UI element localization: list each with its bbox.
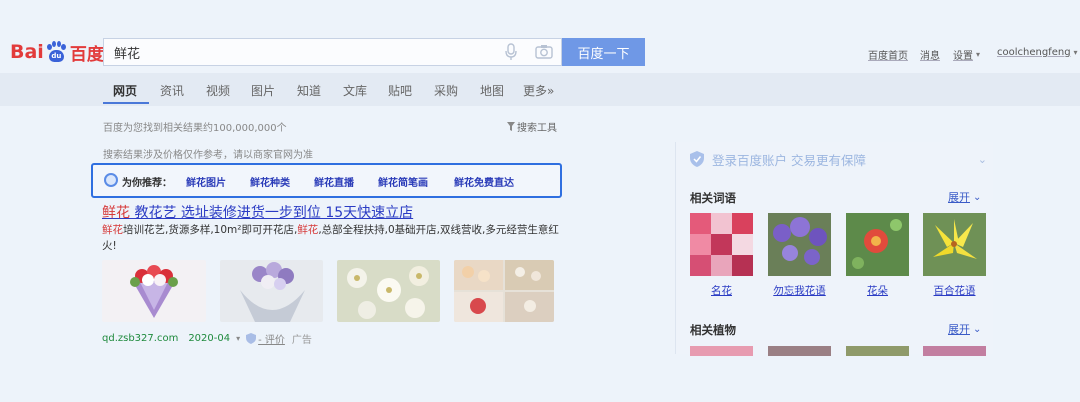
related-word-image[interactable] xyxy=(768,213,831,276)
recommend-link[interactable]: 鲜花图片 xyxy=(186,174,226,189)
result-url[interactable]: qd.zsb327.com xyxy=(102,333,178,344)
chevron-down-icon: ⌄ xyxy=(973,323,982,335)
tab-purchase[interactable]: 采购 xyxy=(434,82,458,99)
tab-wenku[interactable]: 文库 xyxy=(343,82,367,99)
funnel-icon xyxy=(507,122,515,131)
recommend-icon xyxy=(104,173,118,187)
shield-icon xyxy=(690,151,704,167)
recommend-link[interactable]: 鲜花免费直达 xyxy=(454,174,514,189)
link-settings[interactable]: 设置 ▾ xyxy=(953,47,980,62)
related-word-image[interactable] xyxy=(923,213,986,276)
price-notice: 搜索结果涉及价格仅作参考，请以商家官网为准 xyxy=(103,150,313,161)
logo-text: Bai xyxy=(10,41,44,63)
search-value: 鲜花 xyxy=(114,46,141,62)
paw-icon: du xyxy=(45,41,67,63)
chevron-down-icon: ⌄ xyxy=(973,191,982,203)
related-word-caption[interactable]: 名花 xyxy=(690,283,753,298)
result-title-link[interactable]: 鲜花 教花艺 选址装修进货一步到位 15天快速立店 xyxy=(102,202,413,222)
baidu-logo[interactable]: Bai du 百度 xyxy=(10,37,104,67)
result-description: 鲜花培训花艺,货源多样,10m²即可开花店,鲜花,总部全程扶持,0基础开店,双线… xyxy=(102,224,559,252)
logo-cn-text: 百度 xyxy=(69,44,104,65)
related-plant-image[interactable] xyxy=(768,346,831,356)
result-count: 百度为您找到相关结果约100,000,000个 xyxy=(103,123,287,134)
tab-map[interactable]: 地图 xyxy=(480,82,504,99)
search-button[interactable]: 百度一下 xyxy=(562,38,645,66)
tab-images[interactable]: 图片 xyxy=(251,82,275,99)
related-word-image[interactable] xyxy=(846,213,909,276)
expand-related-plants[interactable]: 展开 ⌄ xyxy=(948,321,981,337)
related-word-caption[interactable]: 百合花语 xyxy=(923,283,986,298)
link-baidu-home[interactable]: 百度首页 xyxy=(868,47,908,62)
user-menu[interactable]: coolchengfeng ▾ xyxy=(997,47,1078,58)
chevron-down-icon[interactable]: ▾ xyxy=(236,334,240,343)
tab-more[interactable]: 更多» xyxy=(523,82,554,99)
search-input[interactable]: 鲜花 xyxy=(103,38,562,66)
tab-news[interactable]: 资讯 xyxy=(160,82,184,99)
logo-paw-text: du xyxy=(51,52,62,60)
expand-related-words[interactable]: 展开 ⌄ xyxy=(948,189,981,205)
related-word-caption[interactable]: 勿忘我花语 xyxy=(768,283,831,298)
result-thumbnail[interactable] xyxy=(337,260,440,322)
chevron-down-icon: ▾ xyxy=(976,50,981,59)
related-plant-image[interactable] xyxy=(846,346,909,356)
related-word-caption[interactable]: 花朵 xyxy=(846,283,909,298)
active-tab-indicator xyxy=(103,102,149,104)
related-words-title: 相关词语 xyxy=(690,191,736,205)
result-thumbnail[interactable] xyxy=(220,260,323,322)
camera-icon[interactable] xyxy=(535,43,553,61)
recommend-link[interactable]: 鲜花种类 xyxy=(250,174,290,189)
shield-icon xyxy=(246,333,257,344)
result-thumbnail[interactable] xyxy=(102,260,206,322)
result-thumbnail[interactable] xyxy=(454,260,554,322)
related-word-image[interactable] xyxy=(690,213,753,276)
ad-label: 广告 xyxy=(291,335,312,346)
related-plant-image[interactable] xyxy=(690,346,753,356)
related-plants-title: 相关植物 xyxy=(690,323,736,337)
tab-tieba[interactable]: 贴吧 xyxy=(388,82,412,99)
tab-web[interactable]: 网页 xyxy=(113,82,137,99)
recommend-label: 为你推荐： xyxy=(122,178,172,189)
result-date: 2020-04 xyxy=(188,333,231,344)
search-tools-button[interactable]: 搜索工具 xyxy=(507,119,557,134)
recommend-link[interactable]: 鲜花直播 xyxy=(314,174,354,189)
recommend-link[interactable]: 鲜花简笔画 xyxy=(378,174,428,189)
chevron-down-icon: ⌄ xyxy=(977,152,987,166)
review-link[interactable]: - 评价 xyxy=(258,331,285,346)
link-messages[interactable]: 消息 xyxy=(920,47,940,62)
tab-zhidao[interactable]: 知道 xyxy=(297,82,321,99)
login-banner[interactable]: 登录百度账户 交易更有保障 ⌄ xyxy=(690,148,987,170)
microphone-icon[interactable] xyxy=(504,43,518,61)
tab-video[interactable]: 视频 xyxy=(206,82,230,99)
result-url-line: qd.zsb327.com 2020-04 ▾ - 评价 广告 xyxy=(102,331,312,346)
related-plant-image[interactable] xyxy=(923,346,986,356)
login-text: 登录百度账户 交易更有保障 xyxy=(712,152,866,168)
chevron-down-icon: ▾ xyxy=(1073,48,1078,57)
